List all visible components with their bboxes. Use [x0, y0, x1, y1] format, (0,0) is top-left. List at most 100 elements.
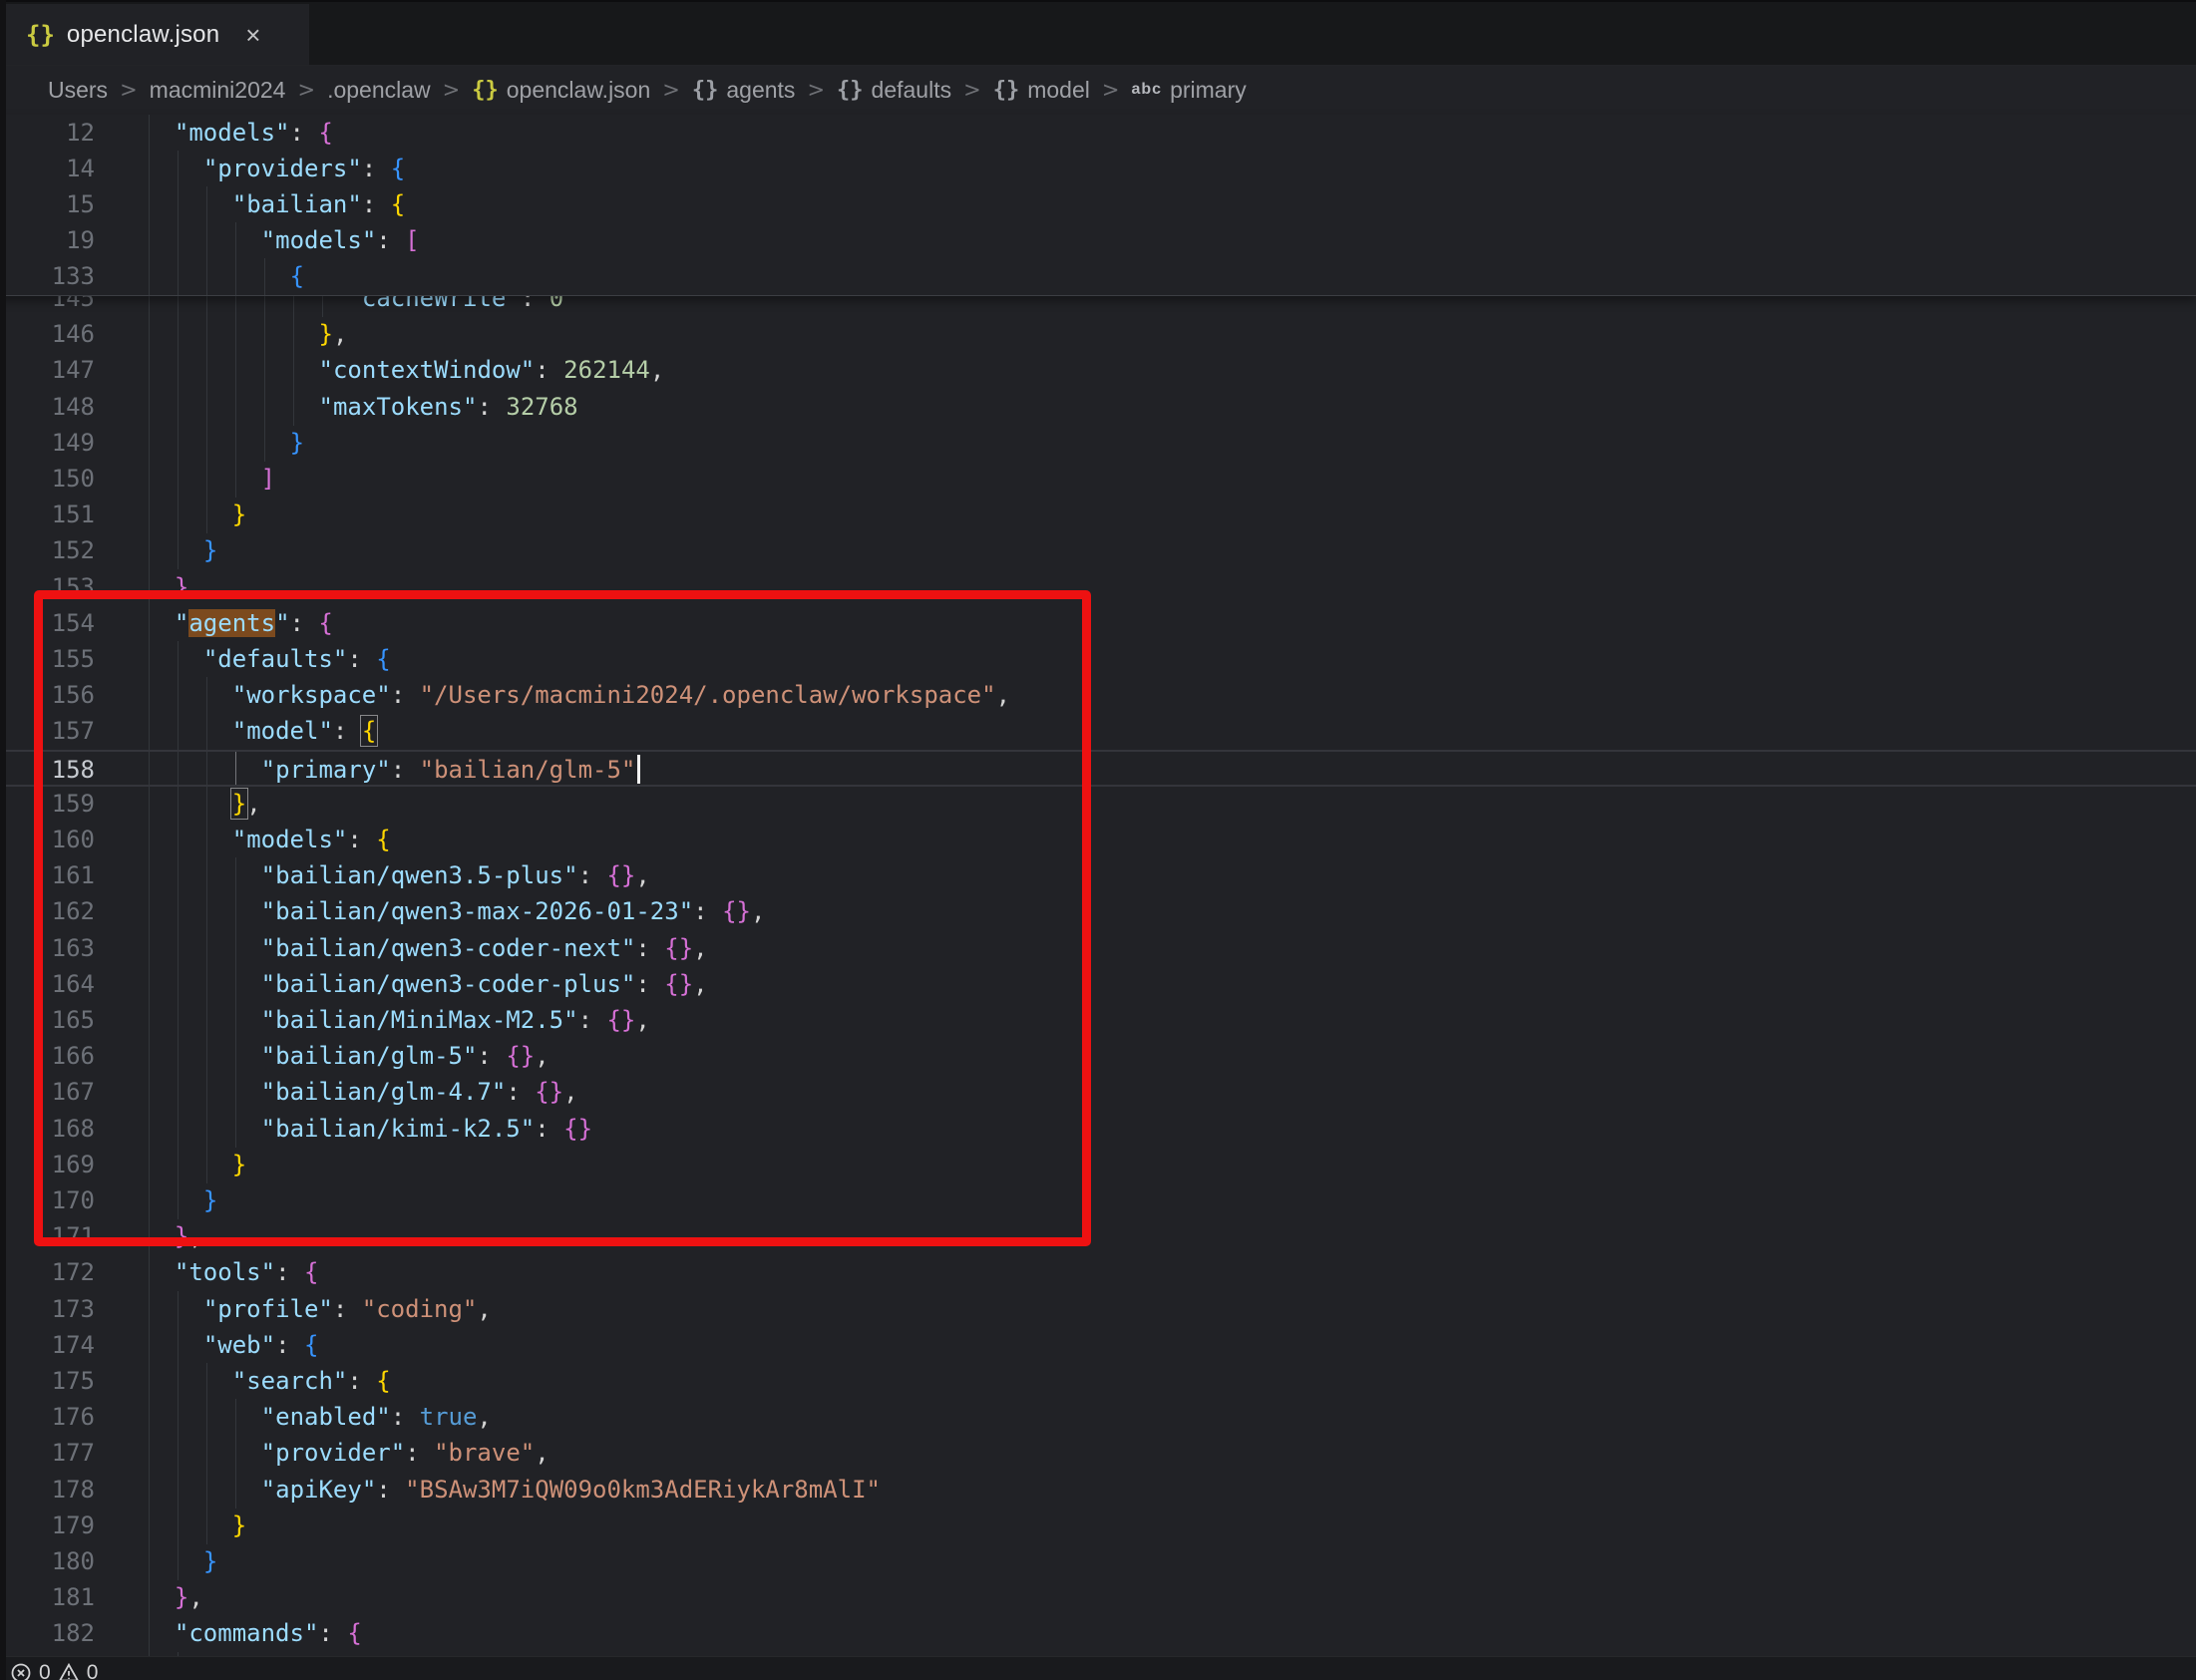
code-line[interactable]: 171},	[0, 1218, 2196, 1255]
line-number[interactable]: 14	[0, 151, 95, 186]
line-number[interactable]: 157	[0, 713, 95, 749]
line-number[interactable]: 181	[0, 1579, 95, 1615]
code-line[interactable]: 152}	[0, 532, 2196, 569]
line-number[interactable]: 180	[0, 1543, 95, 1579]
code-line[interactable]: 146},	[0, 316, 2196, 353]
code-line[interactable]: 151}	[0, 497, 2196, 533]
code-line[interactable]: 176"enabled": true,	[0, 1399, 2196, 1436]
breadcrumb-item-macmini2024[interactable]: macmini2024	[150, 77, 286, 104]
code-token: ,	[188, 1583, 202, 1611]
code-token: "profile"	[203, 1295, 333, 1323]
line-number[interactable]: 152	[0, 532, 95, 568]
problems-status[interactable]: 0 0	[0, 1657, 2196, 1680]
line-number[interactable]: 133	[0, 258, 95, 294]
line-number[interactable]: 155	[0, 641, 95, 677]
breadcrumb-item-defaults[interactable]: {}defaults	[837, 77, 951, 104]
breadcrumb-item-primary[interactable]: abcprimary	[1131, 77, 1246, 104]
breadcrumb-item-model[interactable]: {}model	[993, 77, 1090, 104]
code-line[interactable]: 153},	[0, 569, 2196, 606]
code-line[interactable]: 156 "workspace": "/Users/macmini2024/.ope…	[0, 677, 2196, 714]
line-number[interactable]: 177	[0, 1435, 95, 1471]
code-line[interactable]: 159},	[0, 786, 2196, 823]
line-number[interactable]: 172	[0, 1254, 95, 1290]
code-line[interactable]: 172"tools": {	[0, 1254, 2196, 1291]
code-line[interactable]: 168"bailian/kimi-k2.5": {}	[0, 1111, 2196, 1148]
code-line[interactable]: 181},	[0, 1579, 2196, 1616]
line-number[interactable]: 153	[0, 569, 95, 605]
line-number[interactable]: 175	[0, 1363, 95, 1399]
indent-guide	[293, 316, 294, 353]
line-number[interactable]: 146	[0, 316, 95, 352]
line-number[interactable]: 171	[0, 1218, 95, 1254]
line-number[interactable]: 170	[0, 1182, 95, 1218]
line-number[interactable]: 15	[0, 186, 95, 222]
line-number[interactable]: 168	[0, 1111, 95, 1147]
line-number[interactable]: 169	[0, 1147, 95, 1182]
line-number[interactable]: 164	[0, 966, 95, 1002]
line-number[interactable]: 165	[0, 1002, 95, 1038]
code-line[interactable]: 155"defaults": {	[0, 641, 2196, 678]
code-line[interactable]: 157"model": {	[0, 713, 2196, 750]
code-line[interactable]: 166"bailian/glm-5": {},	[0, 1038, 2196, 1075]
line-number[interactable]: 12	[0, 115, 95, 151]
line-number[interactable]: 19	[0, 222, 95, 258]
code-line[interactable]: 148"maxTokens": 32768	[0, 389, 2196, 426]
line-number[interactable]: 178	[0, 1472, 95, 1508]
code-line[interactable]: 174"web": {	[0, 1327, 2196, 1364]
breadcrumb-item-openclaw-json[interactable]: {}openclaw.json	[472, 77, 650, 104]
code-text: "profile": "coding",	[203, 1291, 492, 1327]
code-text: "workspace": "/Users/macmini2024/.opencl…	[232, 677, 1010, 713]
line-number[interactable]: 163	[0, 930, 95, 966]
line-number[interactable]: 167	[0, 1074, 95, 1110]
line-number[interactable]: 154	[0, 605, 95, 641]
code-line[interactable]: 161"bailian/qwen3.5-plus": {},	[0, 857, 2196, 894]
tab-close-icon[interactable]: ×	[245, 22, 260, 48]
line-number[interactable]: 148	[0, 389, 95, 425]
line-number[interactable]: 174	[0, 1327, 95, 1363]
code-line[interactable]: 175"search": {	[0, 1363, 2196, 1400]
line-number[interactable]: 149	[0, 425, 95, 461]
code-line[interactable]: 154"agents": {	[0, 605, 2196, 642]
code-text: }	[232, 1147, 246, 1182]
line-number[interactable]: 161	[0, 857, 95, 893]
code-line[interactable]: 158"primary": "bailian/glm-5"	[0, 750, 2196, 787]
line-number[interactable]: 159	[0, 786, 95, 822]
code-line[interactable]: 173 "profile": "coding",	[0, 1291, 2196, 1328]
code-line[interactable]: 170}	[0, 1182, 2196, 1219]
code-line[interactable]: 149}	[0, 425, 2196, 462]
indent-guide	[149, 1508, 150, 1544]
indent-guide	[178, 1327, 179, 1364]
code-line[interactable]: 160"models": {	[0, 822, 2196, 858]
line-number[interactable]: 151	[0, 497, 95, 532]
code-line[interactable]: 167"bailian/glm-4.7": {},	[0, 1074, 2196, 1111]
code-line[interactable]: 182"commands": {	[0, 1615, 2196, 1652]
line-number[interactable]: 158	[0, 752, 95, 788]
tab-openclaw-json[interactable]: {} openclaw.json ×	[6, 4, 309, 65]
code-line[interactable]: 163"bailian/qwen3-coder-next": {},	[0, 930, 2196, 967]
line-number[interactable]: 166	[0, 1038, 95, 1074]
line-number[interactable]: 156	[0, 677, 95, 713]
code-line[interactable]: 165"bailian/MiniMax-M2.5": {},	[0, 1002, 2196, 1039]
code-line[interactable]: 150]	[0, 461, 2196, 498]
breadcrumb-item-users[interactable]: Users	[48, 77, 108, 104]
line-number[interactable]: 160	[0, 822, 95, 857]
line-number[interactable]: 182	[0, 1615, 95, 1651]
code-line[interactable]: 162"bailian/qwen3-max-2026-01-23": {},	[0, 893, 2196, 930]
line-number[interactable]: 173	[0, 1291, 95, 1327]
code-line[interactable]: 177"provider": "brave",	[0, 1435, 2196, 1472]
code-line[interactable]: 169}	[0, 1147, 2196, 1183]
code-line[interactable]: 147"contextWindow": 262144,	[0, 352, 2196, 389]
code-line[interactable]: 164"bailian/qwen3-coder-plus": {},	[0, 966, 2196, 1003]
indent-guide	[235, 258, 236, 295]
line-number[interactable]: 147	[0, 352, 95, 388]
breadcrumb-item--openclaw[interactable]: .openclaw	[327, 77, 431, 104]
indent-guide	[149, 605, 150, 642]
code-line[interactable]: 178"apiKey": "BSAw3M7iQW09o0km3AdERiykAr…	[0, 1472, 2196, 1509]
line-number[interactable]: 176	[0, 1399, 95, 1435]
code-line[interactable]: 180}	[0, 1543, 2196, 1580]
line-number[interactable]: 179	[0, 1508, 95, 1543]
line-number[interactable]: 162	[0, 893, 95, 929]
line-number[interactable]: 150	[0, 461, 95, 497]
breadcrumb-item-agents[interactable]: {}agents	[692, 77, 796, 104]
code-line[interactable]: 179}	[0, 1508, 2196, 1544]
